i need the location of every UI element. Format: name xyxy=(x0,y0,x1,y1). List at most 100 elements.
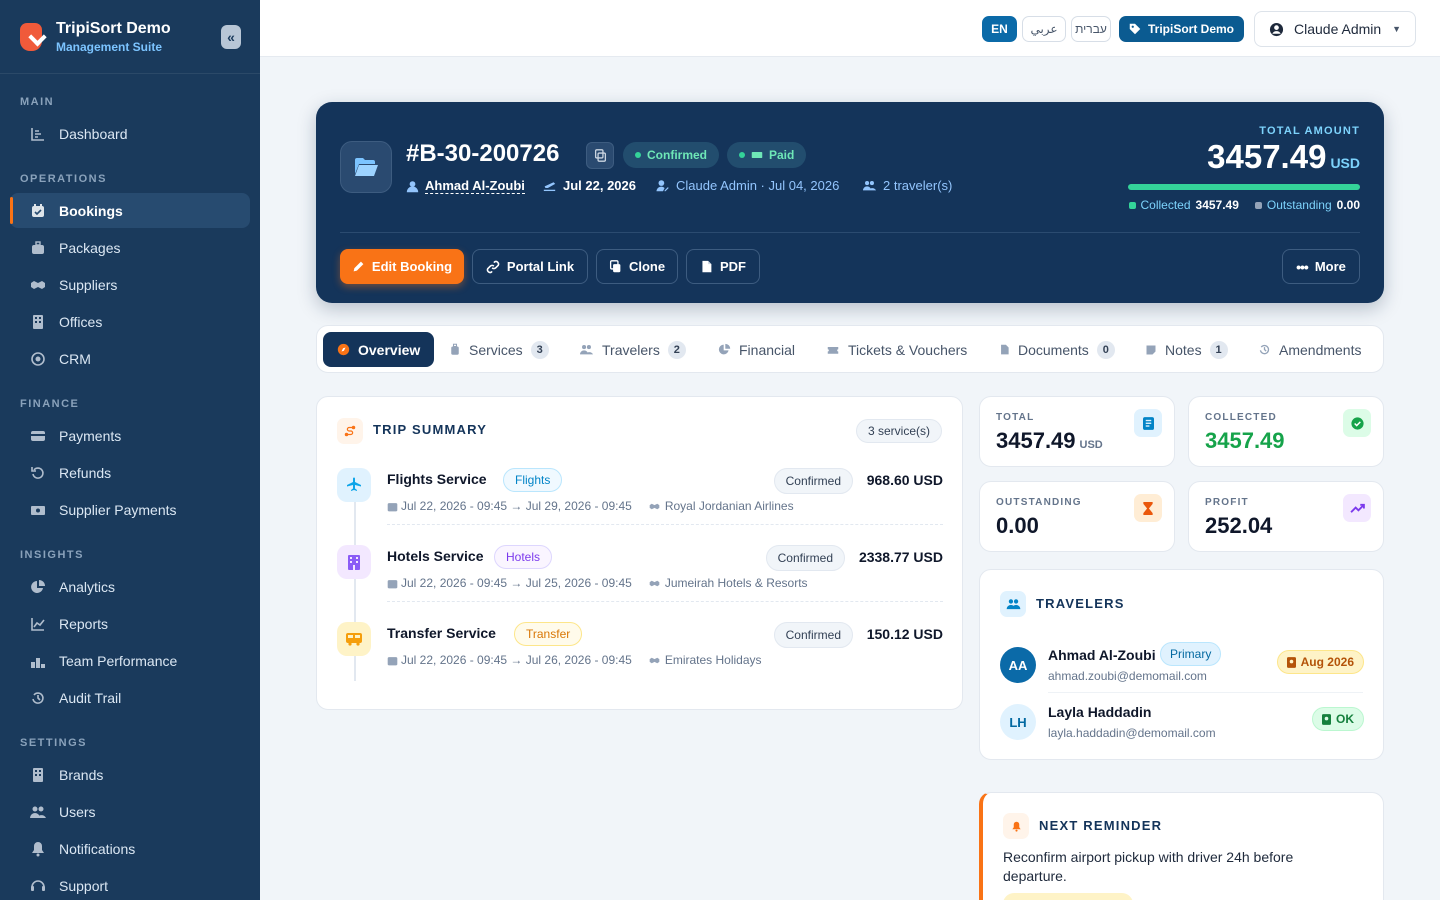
sidebar-item-label: Packages xyxy=(59,239,121,256)
booking-tabs: Overview Services 3 Travelers 2 Financia… xyxy=(316,325,1384,373)
copy-booking-number-button[interactable] xyxy=(586,142,614,169)
stat-total-card: TOTAL 3457.49 USD xyxy=(979,396,1175,467)
edit-booking-label: Edit Booking xyxy=(371,259,453,274)
created-by-meta: Claude Admin · Jul 04, 2026 xyxy=(656,178,839,193)
tab-travelers[interactable]: Travelers 2 xyxy=(579,332,686,367)
sidebar-item-support[interactable]: Support xyxy=(10,868,250,900)
sidebar-item-offices[interactable]: Offices xyxy=(10,304,250,339)
history-icon xyxy=(32,691,44,704)
pencil-icon xyxy=(353,261,364,272)
service-item[interactable]: Transfer Service Transfer Confirmed 150.… xyxy=(337,622,943,682)
sidebar: TripiSort Demo Management Suite « MAIN D… xyxy=(0,0,260,900)
sidebar-item-users[interactable]: Users xyxy=(10,794,250,829)
briefcase-icon xyxy=(32,240,44,254)
brand-switcher-button[interactable]: TripiSort Demo xyxy=(1119,16,1245,42)
reminder-date-badge xyxy=(1003,893,1133,900)
sidebar-item-audit-trail[interactable]: Audit Trail xyxy=(10,680,250,715)
pdf-button[interactable]: PDF xyxy=(686,249,760,284)
user-icon xyxy=(406,180,419,192)
customer-meta[interactable]: Ahmad Al-Zoubi xyxy=(406,178,525,194)
language-he-button[interactable]: עברית xyxy=(1071,16,1111,42)
caret-down-icon: ▼ xyxy=(1392,24,1401,34)
booking-header-card: #B-30-200726 Confirmed Paid Ahmad Al-Zou… xyxy=(316,102,1384,303)
section-settings: SETTINGS xyxy=(20,737,88,749)
sidebar-item-brands[interactable]: Brands xyxy=(10,757,250,792)
plane-departure-icon xyxy=(543,182,556,192)
more-actions-button[interactable]: ••• More xyxy=(1282,249,1360,284)
sidebar-item-team-performance[interactable]: Team Performance xyxy=(10,643,250,678)
language-ar-button[interactable]: عربي xyxy=(1022,16,1066,42)
handshake-icon xyxy=(649,580,660,586)
portal-link-button[interactable]: Portal Link xyxy=(472,249,588,284)
created-by: Claude Admin · Jul 04, 2026 xyxy=(676,178,840,193)
building-icon xyxy=(33,314,43,329)
traveler-email: ahmad.zoubi@demomail.com xyxy=(1048,669,1207,683)
suitcase-icon xyxy=(451,343,459,355)
sidebar-item-crm[interactable]: CRM xyxy=(10,341,250,376)
sidebar-item-analytics[interactable]: Analytics xyxy=(10,569,250,604)
link-icon xyxy=(486,260,500,273)
traveler-row[interactable]: LH Layla Haddadin layla.haddadin@demomai… xyxy=(1000,701,1364,747)
route-icon xyxy=(337,418,363,444)
file-icon xyxy=(1001,344,1009,355)
tab-label: Amendments xyxy=(1279,341,1362,358)
money-icon xyxy=(751,152,763,158)
user-name: Claude Admin xyxy=(1294,21,1382,37)
compass-icon xyxy=(337,343,350,356)
file-pdf-icon xyxy=(702,260,712,273)
sidebar-item-notifications[interactable]: Notifications xyxy=(10,831,250,866)
service-supplier: Royal Jordanian Airlines xyxy=(664,499,794,513)
sidebar-item-reports[interactable]: Reports xyxy=(10,606,250,641)
brand-logo xyxy=(20,21,47,53)
sidebar-item-label: Dashboard xyxy=(59,125,128,142)
tab-count: 2 xyxy=(667,340,686,359)
bullseye-icon xyxy=(31,351,45,366)
tab-services[interactable]: Services 3 xyxy=(449,332,549,367)
sidebar-item-label: Reports xyxy=(59,615,109,632)
payment-status-label: Paid xyxy=(769,148,795,162)
sidebar-item-refunds[interactable]: Refunds xyxy=(10,455,250,490)
sidebar-item-label: Team Performance xyxy=(59,652,178,669)
tab-financial[interactable]: Financial xyxy=(718,332,795,367)
history-icon xyxy=(1259,344,1270,355)
traveler-name: Layla Haddadin xyxy=(1048,704,1152,720)
language-en-button[interactable]: EN xyxy=(982,16,1017,42)
tab-overview[interactable]: Overview xyxy=(323,332,435,367)
collection-progress-bar xyxy=(1128,184,1360,190)
calendar-check-icon xyxy=(32,203,44,217)
brand-subtitle: Management Suite xyxy=(56,39,163,54)
section-insights: INSIGHTS xyxy=(20,549,84,561)
dashboard-icon xyxy=(31,127,44,141)
service-item[interactable]: Flights Service Flights Confirmed 968.60… xyxy=(337,468,943,528)
sidebar-item-payments[interactable]: Payments xyxy=(10,418,250,453)
tab-notes[interactable]: Notes 1 xyxy=(1145,332,1228,367)
service-item[interactable]: Hotels Service Hotels Confirmed 2338.77 … xyxy=(337,545,943,605)
travelers-count: 2 traveler(s) xyxy=(883,178,953,193)
sidebar-item-dashboard[interactable]: Dashboard xyxy=(10,116,250,151)
next-reminder-card: NEXT REMINDER Reconfirm airport pickup w… xyxy=(979,792,1384,900)
pdf-label: PDF xyxy=(720,259,746,274)
tab-label: Travelers xyxy=(602,341,660,358)
bell-icon xyxy=(32,841,44,856)
sidebar-item-bookings[interactable]: Bookings xyxy=(10,193,250,228)
sidebar-item-supplier-payments[interactable]: Supplier Payments xyxy=(10,492,250,527)
tab-tickets-vouchers[interactable]: Tickets & Vouchers xyxy=(826,332,967,367)
user-menu-button[interactable]: Claude Admin ▼ xyxy=(1254,11,1416,47)
sidebar-item-packages[interactable]: Packages xyxy=(10,230,250,265)
sidebar-item-label: Supplier Payments xyxy=(59,501,177,518)
collection-summary: Collected 3457.49 Outstanding 0.00 xyxy=(1128,198,1360,212)
traveler-row[interactable]: AA Ahmad Al-Zoubi Primary ahmad.zoubi@de… xyxy=(1000,642,1364,690)
clone-button[interactable]: Clone xyxy=(596,249,678,284)
tab-amendments[interactable]: Amendments xyxy=(1258,332,1361,367)
hotel-icon xyxy=(337,545,371,579)
traveler-email: layla.haddadin@demomail.com xyxy=(1048,726,1216,740)
tab-documents[interactable]: Documents 0 xyxy=(999,332,1115,367)
collapse-sidebar-button[interactable]: « xyxy=(221,25,241,49)
edit-booking-button[interactable]: Edit Booking xyxy=(340,249,464,284)
tab-count: 1 xyxy=(1209,340,1228,359)
service-type-tag: Hotels xyxy=(494,545,553,569)
sidebar-item-suppliers[interactable]: Suppliers xyxy=(10,267,250,302)
customer-name[interactable]: Ahmad Al-Zoubi xyxy=(425,178,525,194)
service-type-tag: Flights xyxy=(503,468,563,492)
travelers-count-meta: 2 traveler(s) xyxy=(862,178,952,193)
